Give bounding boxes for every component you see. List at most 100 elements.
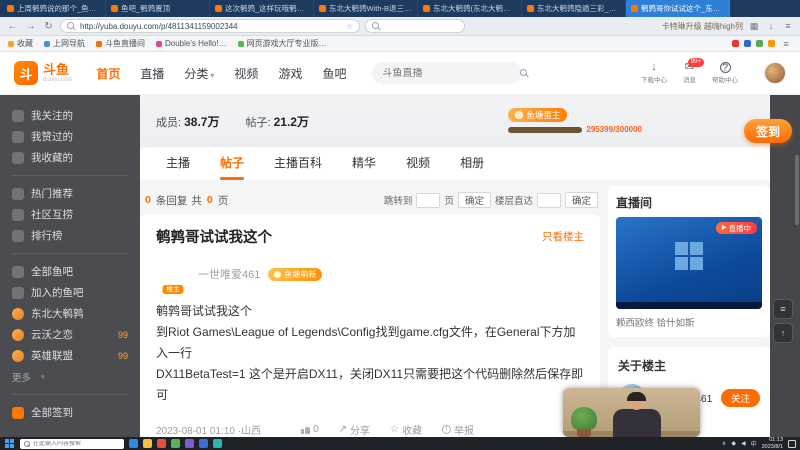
nav-live[interactable]: 直播: [140, 65, 164, 82]
live-stream-thumbnail[interactable]: ▶ 直播中: [616, 217, 762, 309]
sidebar-item-yuba-3[interactable]: 英雄联盟 99: [0, 345, 140, 366]
floor-confirm-button[interactable]: 确定: [564, 192, 598, 208]
volume-icon[interactable]: ◀: [741, 440, 746, 447]
tab-video[interactable]: 视频: [406, 154, 430, 180]
bookmark-item[interactable]: Double's Hello!…: [156, 39, 227, 48]
bookmark-item[interactable]: 收藏: [8, 38, 33, 49]
network-icon[interactable]: ◆: [731, 440, 736, 447]
start-button[interactable]: [4, 438, 15, 449]
trophy-icon: [12, 229, 24, 242]
nav-home[interactable]: 首页: [96, 65, 120, 82]
author-name[interactable]: 一世唯爱461: [198, 266, 260, 282]
input-language[interactable]: 中: [751, 439, 757, 448]
checkin-button[interactable]: 签到: [744, 119, 792, 143]
window-tab[interactable]: 这次鹌鹑_这样玩哦鹌鹑_斗鱼直播: [210, 0, 314, 17]
file-explorer-icon[interactable]: [143, 439, 152, 448]
app-icon[interactable]: [199, 439, 208, 448]
bookmark-star-icon[interactable]: ☆: [346, 22, 353, 31]
messages-label: 消息: [683, 77, 696, 84]
app-icon[interactable]: [185, 439, 194, 448]
favorite-button[interactable]: ☆ 收藏: [390, 422, 422, 437]
tab-streamer[interactable]: 主播: [166, 154, 190, 180]
sidebar-item-favorites[interactable]: 我收藏的: [0, 147, 140, 168]
nav-games[interactable]: 游戏: [278, 65, 302, 82]
sidebar-item-joined-yuba[interactable]: 加入的鱼吧: [0, 282, 140, 303]
feedback-button[interactable]: ≡: [773, 299, 793, 319]
site-search-input[interactable]: [382, 67, 515, 79]
extension-icon[interactable]: [756, 40, 763, 47]
taskbar-clock[interactable]: 01:13 2023/8/1: [762, 437, 783, 449]
sidebar-item-checkin-all[interactable]: 全部签到: [0, 402, 140, 423]
download-center-button[interactable]: ↓ 下载中心: [641, 62, 667, 85]
tab-posts[interactable]: 帖子: [220, 154, 244, 180]
back-to-top-button[interactable]: ↑: [773, 323, 793, 343]
window-tab[interactable]: 上周鹌鹑说的那个_鱼吧专区: [2, 0, 106, 17]
sidebar-item-following[interactable]: 我关注的: [0, 105, 140, 126]
follow-button[interactable]: 关注: [720, 389, 760, 407]
sidebar-item-ranking[interactable]: 排行榜: [0, 225, 140, 246]
sidebar-item-more[interactable]: 更多: [0, 366, 140, 387]
forward-icon[interactable]: →: [24, 21, 37, 32]
toolbar-search-box[interactable]: [365, 19, 465, 33]
author-avatar[interactable]: 楼主: [156, 257, 190, 294]
chrome-icon[interactable]: [157, 439, 166, 448]
back-icon[interactable]: ←: [6, 21, 19, 32]
help-center-button[interactable]: ? 帮助中心: [712, 62, 738, 84]
nav-yuba[interactable]: 鱼吧: [322, 65, 346, 82]
share-button[interactable]: ↗ 分享: [339, 422, 370, 437]
floor-input[interactable]: [536, 192, 561, 208]
bookmark-item[interactable]: 上网导航: [44, 38, 85, 49]
app-icon[interactable]: [213, 439, 222, 448]
sidebar-item-community[interactable]: 社区互捞: [0, 204, 140, 225]
sidebar-item-yuba-2[interactable]: 云沃之恋 99: [0, 324, 140, 345]
window-tab-active[interactable]: 鹌鹑哥你试试这个_东北大鹌鹑隐…: [626, 0, 730, 17]
webcam-overlay[interactable]: [563, 388, 700, 437]
extension-icon[interactable]: [768, 40, 775, 47]
address-bar[interactable]: http://yuba.douyu.com/p/4811341159002344…: [60, 19, 360, 33]
window-tab[interactable]: 东北大鹌鹑With-B退三彩 - 斗鱼直播: [314, 0, 418, 17]
refresh-icon[interactable]: ↻: [42, 21, 55, 32]
bookmark-item[interactable]: 网页游戏大厅专业版…: [237, 38, 327, 49]
extension-icon[interactable]: [744, 40, 751, 47]
bookmark-item[interactable]: 斗鱼直播间: [96, 38, 145, 49]
edge-icon[interactable]: [129, 439, 138, 448]
sidebar-item-all-yuba[interactable]: 全部鱼吧: [0, 261, 140, 282]
window-tab[interactable]: 鱼吧_鹌鹑置顶: [106, 0, 210, 17]
window-tab[interactable]: 东北大鹌鹑(东北大鹌鹑隐遁War8…: [418, 0, 522, 17]
nav-categories[interactable]: 分类: [184, 65, 214, 82]
douyu-logo[interactable]: 斗 斗鱼 douyu.com: [14, 61, 72, 85]
user-avatar[interactable]: [764, 62, 786, 84]
nav-video[interactable]: 视频: [234, 65, 258, 82]
sidebar-item-yuba-quail[interactable]: 东北大鹌鹑: [0, 303, 140, 324]
tab-featured[interactable]: 精华: [352, 154, 376, 180]
messages-button[interactable]: ✉ 消息 99+: [683, 58, 704, 84]
tray-expand-icon[interactable]: ∧: [722, 440, 726, 447]
plant-pot: [577, 429, 591, 437]
site-search[interactable]: [372, 62, 528, 84]
sidebar-item-hot[interactable]: 热门推荐: [0, 183, 140, 204]
only-op-link[interactable]: 只看楼主: [542, 229, 584, 244]
like-button[interactable]: 0: [301, 424, 319, 435]
live-stream-caption[interactable]: 赖西欧终 铪什如斯: [616, 315, 762, 329]
toolbar-promo-text[interactable]: 卡特琳升级 越嗨high列: [662, 21, 743, 32]
jump-confirm-button[interactable]: 确定: [457, 192, 491, 208]
download-icon[interactable]: ↓: [765, 21, 777, 31]
browser-360-icon[interactable]: [171, 439, 180, 448]
search-icon[interactable]: [520, 68, 529, 78]
extensions-icon[interactable]: ▦: [748, 21, 760, 32]
taskbar-search[interactable]: [20, 438, 124, 449]
window-tab[interactable]: 东北大鹌鹑隐遁三彩_斗鱼直播: [522, 0, 626, 17]
tab-wiki[interactable]: 主播百科: [274, 154, 322, 180]
jump-page-input[interactable]: [416, 192, 441, 208]
sidebar-item-liked[interactable]: 我赞过的: [0, 126, 140, 147]
notification-center-icon[interactable]: [788, 439, 796, 448]
menu-icon[interactable]: ≡: [782, 21, 794, 31]
more-tools-icon[interactable]: ≡: [780, 39, 792, 49]
sidebar-label: 我收藏的: [31, 152, 73, 164]
tab-album[interactable]: 相册: [460, 154, 484, 180]
report-button[interactable]: 举报: [442, 422, 474, 437]
scrollbar-thumb[interactable]: [795, 155, 799, 225]
site-header: 斗 斗鱼 douyu.com 首页 直播 分类 视频 游戏 鱼吧 ↓ 下载中心 …: [0, 52, 800, 95]
taskbar-search-input[interactable]: [33, 440, 120, 447]
extension-icon[interactable]: [732, 40, 739, 47]
